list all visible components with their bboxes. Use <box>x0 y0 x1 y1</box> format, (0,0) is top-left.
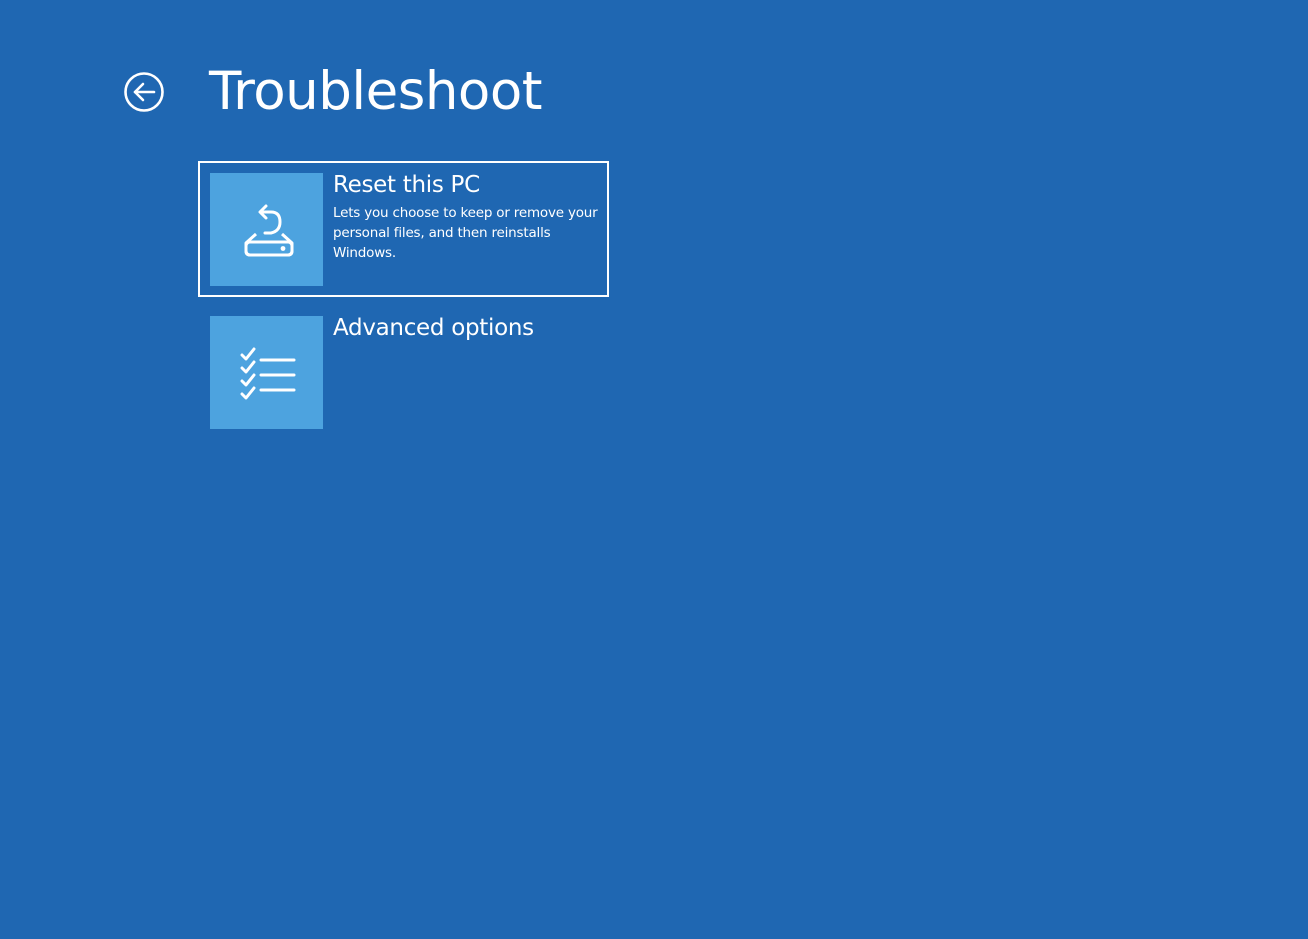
advanced-options-tile <box>210 316 323 429</box>
reset-pc-icon <box>244 204 293 256</box>
page-title: Troubleshoot <box>209 61 543 122</box>
advanced-options-option[interactable]: Advanced options <box>198 304 609 440</box>
back-button[interactable] <box>123 71 165 113</box>
reset-option-text: Reset this PC Lets you choose to keep or… <box>333 169 601 263</box>
reset-this-pc-option[interactable]: Reset this PC Lets you choose to keep or… <box>198 161 609 297</box>
option-description: Lets you choose to keep or remove your p… <box>333 205 598 261</box>
option-title: Advanced options <box>333 315 534 341</box>
checklist-icon <box>240 347 295 399</box>
option-title: Reset this PC <box>333 172 480 198</box>
reset-pc-tile <box>210 173 323 286</box>
back-arrow-icon <box>124 72 164 112</box>
advanced-option-text: Advanced options <box>333 312 601 344</box>
troubleshoot-screen: Troubleshoot Reset this PC Lets you choo… <box>0 0 1308 939</box>
